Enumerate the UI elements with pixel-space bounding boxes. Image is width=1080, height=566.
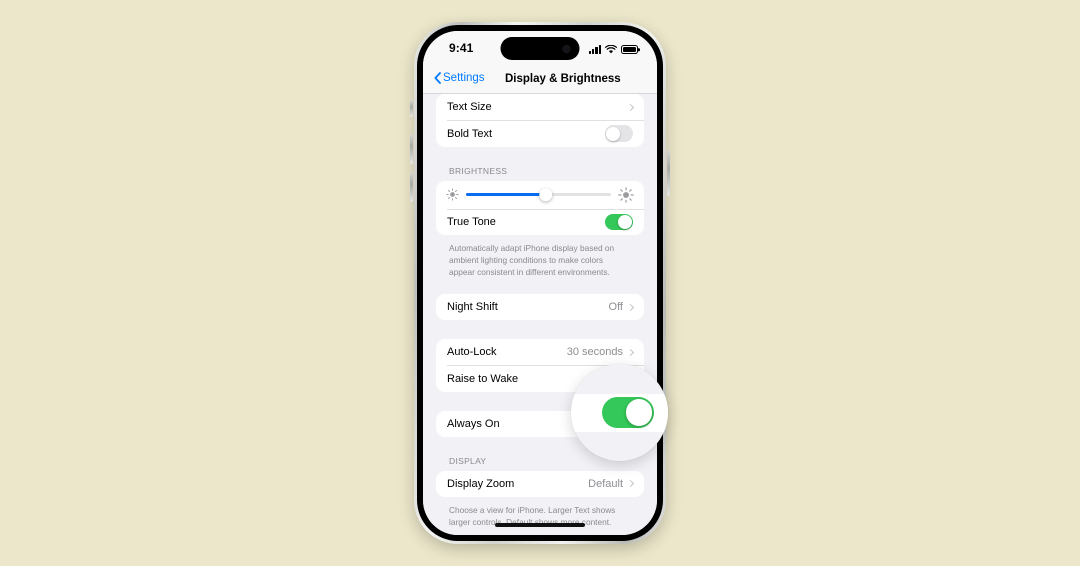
row-true-tone-label: True Tone (447, 216, 496, 228)
magnifier-callout (571, 364, 668, 461)
magnifier-content (571, 393, 668, 432)
chevron-right-icon (626, 303, 635, 311)
brightness-slider-track[interactable] (466, 187, 611, 202)
battery-icon (621, 45, 638, 54)
row-text-size-accessory (626, 103, 635, 111)
row-true-tone[interactable]: True Tone (436, 209, 644, 235)
chevron-right-icon (626, 480, 635, 488)
row-auto-lock[interactable]: Auto-Lock 30 seconds (436, 339, 644, 365)
auto-lock-value: 30 seconds (566, 346, 623, 359)
display-group: Display Zoom Default (436, 470, 644, 497)
night-shift-group: Night Shift Off (436, 294, 644, 321)
row-bold-text-label: Bold Text (447, 127, 493, 140)
row-display-zoom[interactable]: Display Zoom Default (436, 471, 644, 497)
chevron-left-icon (434, 72, 441, 84)
row-bold-text-accessory (605, 125, 633, 142)
brightness-slider-row[interactable] (436, 181, 644, 209)
row-auto-lock-label: Auto-Lock (447, 346, 497, 359)
settings-scroll-view[interactable]: Text Size Bold Text BRIGHTNESS True Tone… (423, 94, 657, 535)
row-bold-text[interactable]: Bold Text (436, 121, 644, 147)
dynamic-island (500, 37, 580, 60)
power-button[interactable] (667, 150, 670, 196)
true-tone-footnote: Automatically adapt iPhone display based… (449, 243, 615, 278)
front-camera-icon (562, 44, 571, 53)
iphone-device-frame: 9:41 Settings Display & Brightness Text … (410, 22, 670, 544)
text-settings-group: Text Size Bold Text (436, 94, 644, 147)
brightness-section-header: BRIGHTNESS (449, 165, 508, 176)
status-bar: 9:41 (423, 31, 657, 67)
status-bar-time: 9:41 (449, 41, 474, 55)
row-display-zoom-accessory: Default (588, 477, 635, 490)
row-text-size-label: Text Size (447, 101, 492, 113)
cellular-signal-icon (588, 45, 601, 54)
chevron-right-icon (626, 103, 635, 111)
row-night-shift-label: Night Shift (447, 301, 498, 314)
home-indicator[interactable] (495, 523, 585, 527)
page-title: Display & Brightness (505, 72, 621, 85)
back-to-settings-button[interactable]: Settings (434, 72, 485, 84)
true-tone-toggle[interactable] (605, 213, 633, 231)
row-always-on-label: Always On (447, 417, 500, 430)
brightness-group: True Tone (436, 180, 644, 235)
brightness-high-icon (618, 186, 634, 203)
navigation-bar: Settings Display & Brightness (423, 67, 657, 94)
volume-down-button[interactable] (410, 172, 413, 202)
volume-up-button[interactable] (410, 134, 413, 164)
bold-text-toggle[interactable] (605, 125, 633, 142)
status-bar-icons (588, 42, 638, 54)
brightness-low-icon (446, 188, 459, 201)
display-zoom-value: Default (588, 477, 623, 490)
brightness-slider-thumb[interactable] (539, 187, 553, 202)
wifi-icon (605, 45, 617, 54)
toggle-knob (606, 126, 621, 141)
chevron-right-icon (626, 348, 635, 356)
toggle-knob (625, 399, 652, 426)
row-auto-lock-accessory: 30 seconds (566, 346, 635, 359)
row-raise-to-wake-label: Raise to Wake (447, 372, 519, 385)
toggle-knob (617, 215, 632, 230)
row-true-tone-accessory (605, 213, 633, 231)
phone-bezel: 9:41 Settings Display & Brightness Text … (417, 25, 663, 541)
back-button-label: Settings (443, 72, 485, 84)
row-display-zoom-label: Display Zoom (447, 477, 515, 490)
brightness-slider-fill (466, 193, 546, 196)
row-night-shift[interactable]: Night Shift Off (436, 294, 644, 320)
silent-switch-button[interactable] (410, 100, 413, 117)
row-night-shift-accessory: Off (608, 301, 635, 314)
always-on-toggle-magnified[interactable] (602, 397, 654, 428)
row-text-size[interactable]: Text Size (436, 94, 644, 120)
night-shift-value: Off (608, 301, 623, 314)
